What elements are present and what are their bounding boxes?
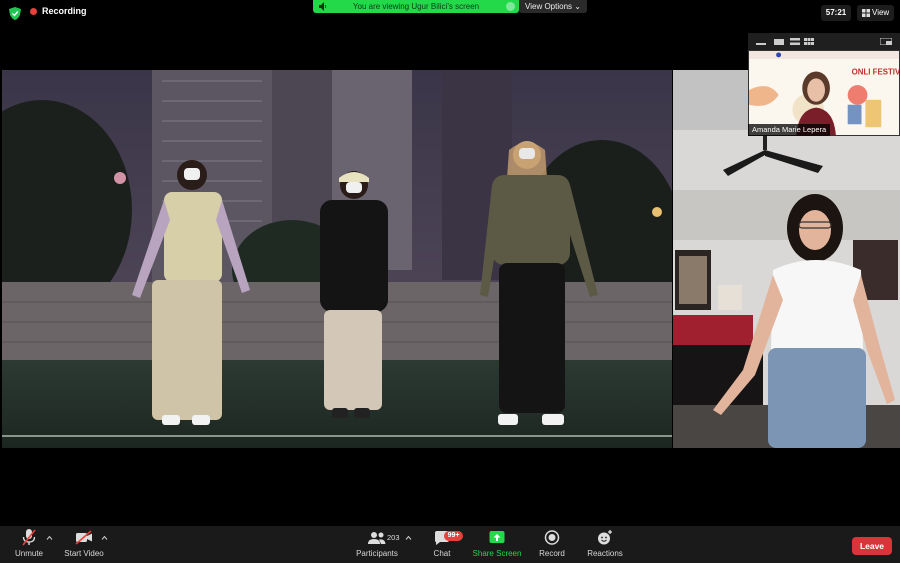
shared-screen-video bbox=[2, 70, 672, 448]
video-options-chevron-icon[interactable] bbox=[101, 535, 108, 541]
dancer-figure bbox=[320, 171, 388, 418]
viewing-banner-text: You are viewing Ugur Bilici's screen bbox=[352, 2, 480, 11]
thumbnail-toolbar bbox=[748, 33, 900, 50]
start-video-label: Start Video bbox=[64, 549, 104, 558]
participants-button[interactable]: 203 Participants bbox=[354, 529, 400, 558]
microphone-muted-icon bbox=[22, 529, 36, 546]
banner-status-icon bbox=[506, 2, 515, 11]
reactions-button[interactable]: Reactions bbox=[586, 529, 624, 558]
unmute-button[interactable]: Unmute bbox=[12, 529, 46, 558]
participants-icon-group: 203 bbox=[354, 529, 400, 546]
security-shield-icon[interactable] bbox=[9, 7, 21, 20]
audio-options-chevron-icon[interactable] bbox=[46, 535, 53, 541]
recording-label: Recording bbox=[42, 6, 87, 16]
chat-label: Chat bbox=[433, 549, 451, 558]
video-camera-off-icon bbox=[75, 530, 92, 545]
view-options-label: View Options bbox=[525, 2, 573, 11]
thumbnail-video-frame: ONLI FESTIVAL bbox=[749, 51, 899, 135]
view-options-button[interactable]: View Options ⌄ bbox=[519, 0, 587, 13]
participant-name-label: Amanda Marie Lepera bbox=[748, 124, 831, 136]
restore-window-icon[interactable] bbox=[880, 38, 892, 45]
speaker-icon bbox=[319, 2, 327, 11]
share-screen-label: Share Screen bbox=[472, 549, 522, 558]
top-bar: Recording You are viewing Ugur Bilici's … bbox=[0, 0, 900, 26]
participants-count: 203 bbox=[387, 533, 400, 542]
viewing-screen-banner: You are viewing Ugur Bilici's screen bbox=[313, 0, 519, 13]
record-label: Record bbox=[539, 549, 565, 558]
recording-indicator[interactable]: Recording bbox=[30, 6, 87, 16]
share-screen-icon bbox=[489, 531, 505, 543]
unmute-label: Unmute bbox=[14, 549, 43, 558]
participants-options-chevron-icon[interactable] bbox=[405, 535, 412, 541]
leave-button[interactable]: Leave bbox=[852, 537, 892, 555]
strip-view-icon[interactable] bbox=[790, 38, 800, 45]
dancers-video-frame bbox=[2, 70, 672, 448]
recording-dot-icon bbox=[30, 7, 37, 15]
minimize-icon[interactable] bbox=[756, 38, 766, 45]
start-video-button[interactable]: Start Video bbox=[63, 529, 105, 558]
chevron-down-icon: ⌄ bbox=[574, 2, 581, 11]
grid-view-icon bbox=[862, 9, 870, 17]
participants-label: Participants bbox=[356, 549, 398, 558]
smiley-plus-icon bbox=[598, 530, 612, 545]
view-button[interactable]: View bbox=[857, 5, 894, 21]
participants-icon bbox=[368, 532, 386, 544]
gallery-view-icon[interactable] bbox=[804, 38, 814, 45]
meeting-timer: 57:21 bbox=[821, 5, 851, 21]
chat-unread-badge: 99+ bbox=[444, 531, 463, 541]
view-button-label: View bbox=[872, 8, 890, 17]
thumbnail-background-text: ONLI FESTIVAL bbox=[852, 67, 899, 76]
speaker-view-icon[interactable] bbox=[774, 38, 784, 45]
record-button[interactable]: Record bbox=[537, 529, 567, 558]
record-icon bbox=[544, 530, 560, 545]
reactions-label: Reactions bbox=[587, 549, 623, 558]
share-screen-button[interactable]: Share Screen bbox=[472, 529, 522, 558]
